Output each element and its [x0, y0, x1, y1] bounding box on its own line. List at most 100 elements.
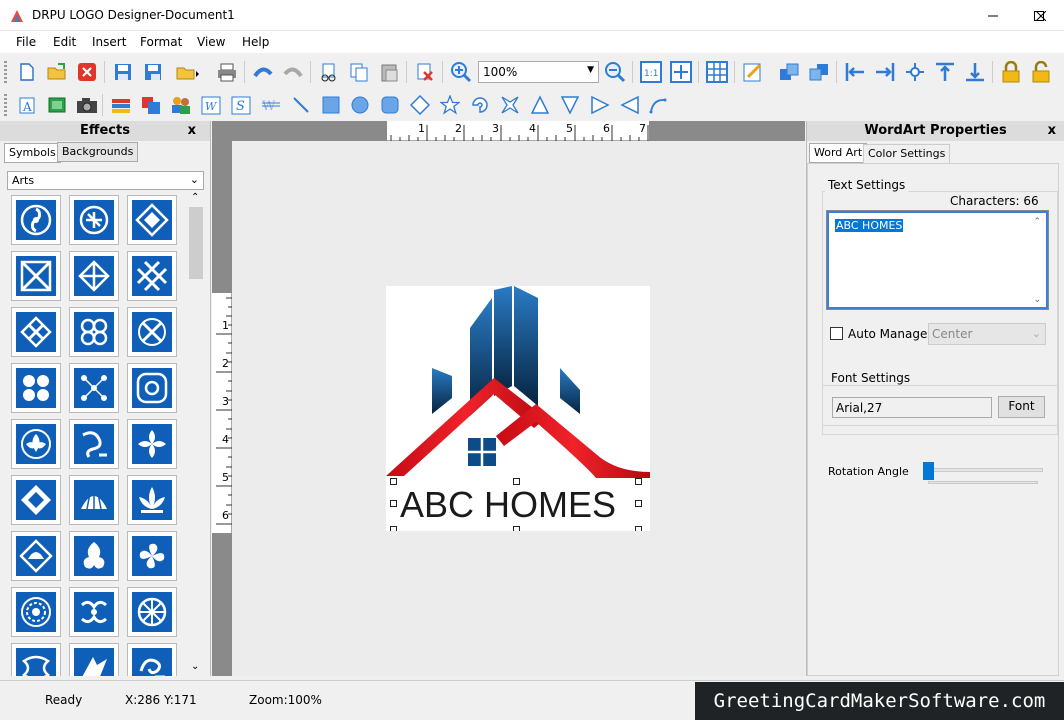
fit-window-button[interactable] — [668, 59, 694, 85]
rounded-rect-tool-button[interactable] — [377, 92, 403, 118]
selection-handle[interactable] — [635, 526, 642, 531]
print-button[interactable] — [214, 59, 240, 85]
symbol-tile[interactable] — [127, 475, 177, 525]
align-bottom-button[interactable] — [962, 59, 988, 85]
close-effects-panel-icon[interactable]: x — [188, 121, 196, 141]
curve-tool-button[interactable] — [645, 92, 671, 118]
actual-size-button[interactable]: 1:1 — [638, 59, 664, 85]
wordart-text-input[interactable]: ABC HOMES ⌃ ⌄ — [826, 210, 1049, 310]
scrollbar-thumb[interactable] — [189, 207, 203, 279]
symbol-tile[interactable] — [69, 531, 119, 581]
triangle-left-tool-button[interactable] — [617, 92, 643, 118]
triangle-down-tool-button[interactable] — [557, 92, 583, 118]
menu-file[interactable]: File — [16, 35, 36, 49]
menu-insert[interactable]: Insert — [92, 35, 126, 49]
symbol-tile[interactable] — [127, 307, 177, 357]
logo-canvas[interactable]: ABC HOMES — [386, 286, 650, 531]
save-as-button[interactable] — [140, 59, 166, 85]
symbol-tile[interactable] — [127, 587, 177, 637]
triangle-tool-button[interactable] — [527, 92, 553, 118]
font-value-field[interactable]: Arial,27 — [832, 397, 992, 418]
export-button[interactable] — [174, 59, 200, 85]
selection-handle[interactable] — [635, 500, 642, 507]
scroll-up-icon[interactable]: ⌃ — [1033, 217, 1041, 227]
close-wordart-panel-icon[interactable]: x — [1048, 121, 1056, 141]
symbol-tile[interactable] — [11, 587, 61, 637]
close-window-button[interactable] — [1018, 0, 1064, 31]
logo-text[interactable]: ABC HOMES — [400, 484, 616, 526]
symbol-tile[interactable] — [127, 531, 177, 581]
menu-help[interactable]: Help — [242, 35, 269, 49]
symbol-tile[interactable] — [11, 531, 61, 581]
alignment-dropdown[interactable]: Center ⌄ — [928, 323, 1046, 345]
tab-color-settings[interactable]: Color Settings — [863, 144, 951, 164]
symbol-tile[interactable] — [11, 363, 61, 413]
triangle-right-tool-button[interactable] — [587, 92, 613, 118]
paste-button[interactable] — [376, 59, 402, 85]
text-tool-button[interactable]: A — [14, 92, 40, 118]
scroll-up-icon[interactable]: ⌃ — [191, 192, 199, 203]
selection-handle[interactable] — [390, 526, 397, 531]
symbol-tile[interactable] — [69, 643, 119, 676]
symbol-tile[interactable] — [11, 475, 61, 525]
tab-backgrounds[interactable]: Backgrounds — [57, 142, 139, 162]
symbol-tile[interactable] — [11, 419, 61, 469]
house-logo-graphic[interactable] — [386, 286, 650, 486]
tab-symbols[interactable]: Symbols — [4, 143, 61, 163]
align-center-button[interactable] — [902, 59, 928, 85]
shapes-library-button[interactable] — [138, 92, 164, 118]
camera-button[interactable] — [74, 92, 100, 118]
symbol-tile[interactable] — [11, 307, 61, 357]
symbol-tile[interactable] — [127, 251, 177, 301]
menu-format[interactable]: Format — [140, 35, 182, 49]
delete-button[interactable] — [412, 59, 438, 85]
image-tool-button[interactable] — [44, 92, 70, 118]
align-right-button[interactable] — [872, 59, 898, 85]
ellipse-tool-button[interactable] — [347, 92, 373, 118]
toolbar-grip-2[interactable] — [4, 94, 7, 116]
users-button[interactable] — [168, 92, 194, 118]
symbol-tile[interactable] — [127, 195, 177, 245]
symbol-category-dropdown[interactable]: Arts ⌄ — [7, 171, 204, 190]
rotation-slider-track[interactable] — [925, 468, 1043, 472]
zoom-out-button[interactable] — [602, 59, 628, 85]
diamond-tool-button[interactable] — [407, 92, 433, 118]
selection-handle[interactable] — [635, 478, 642, 485]
symbol-tile[interactable] — [69, 363, 119, 413]
copy-button[interactable] — [346, 59, 372, 85]
symbol-tile[interactable] — [127, 419, 177, 469]
menu-edit[interactable]: Edit — [53, 35, 76, 49]
scroll-down-icon[interactable]: ⌄ — [191, 661, 199, 672]
lock-button[interactable] — [998, 59, 1024, 85]
zoom-dropdown[interactable]: 100% ▼ — [478, 61, 599, 83]
symbol-tile[interactable] — [11, 643, 61, 676]
unlock-button[interactable] — [1028, 59, 1054, 85]
library-button[interactable] — [108, 92, 134, 118]
symbol-tile[interactable] — [11, 251, 61, 301]
symbol-tile[interactable] — [11, 195, 61, 245]
align-left-button[interactable] — [842, 59, 868, 85]
scroll-down-icon[interactable]: ⌄ — [1033, 295, 1041, 305]
symbol-tile[interactable] — [127, 643, 177, 676]
toolbar-grip[interactable] — [4, 61, 7, 83]
tab-word-art[interactable]: Word Art — [809, 143, 868, 163]
selection-handle[interactable] — [390, 478, 397, 485]
rotation-slider-thumb[interactable] — [923, 462, 934, 480]
save-button[interactable] — [110, 59, 136, 85]
selection-handle[interactable] — [513, 526, 520, 531]
canvas-area[interactable]: 1 2 3 4 5 6 7 1 2 3 4 5 6 ABC HOMES — [212, 121, 805, 676]
arc-tool-button[interactable] — [467, 92, 493, 118]
zoom-in-button[interactable] — [448, 59, 474, 85]
symbol-tile[interactable] — [127, 363, 177, 413]
line-tool-button[interactable] — [288, 92, 314, 118]
symbol-tile[interactable] — [69, 475, 119, 525]
cut-button[interactable] — [316, 59, 342, 85]
grid-button[interactable] — [704, 59, 730, 85]
selection-handle[interactable] — [513, 478, 520, 485]
rectangle-tool-button[interactable] — [318, 92, 344, 118]
send-back-button[interactable] — [806, 59, 832, 85]
burst-tool-button[interactable] — [497, 92, 523, 118]
font-button[interactable]: Font — [998, 396, 1045, 418]
properties-button[interactable] — [740, 59, 766, 85]
undo-button[interactable] — [250, 59, 276, 85]
